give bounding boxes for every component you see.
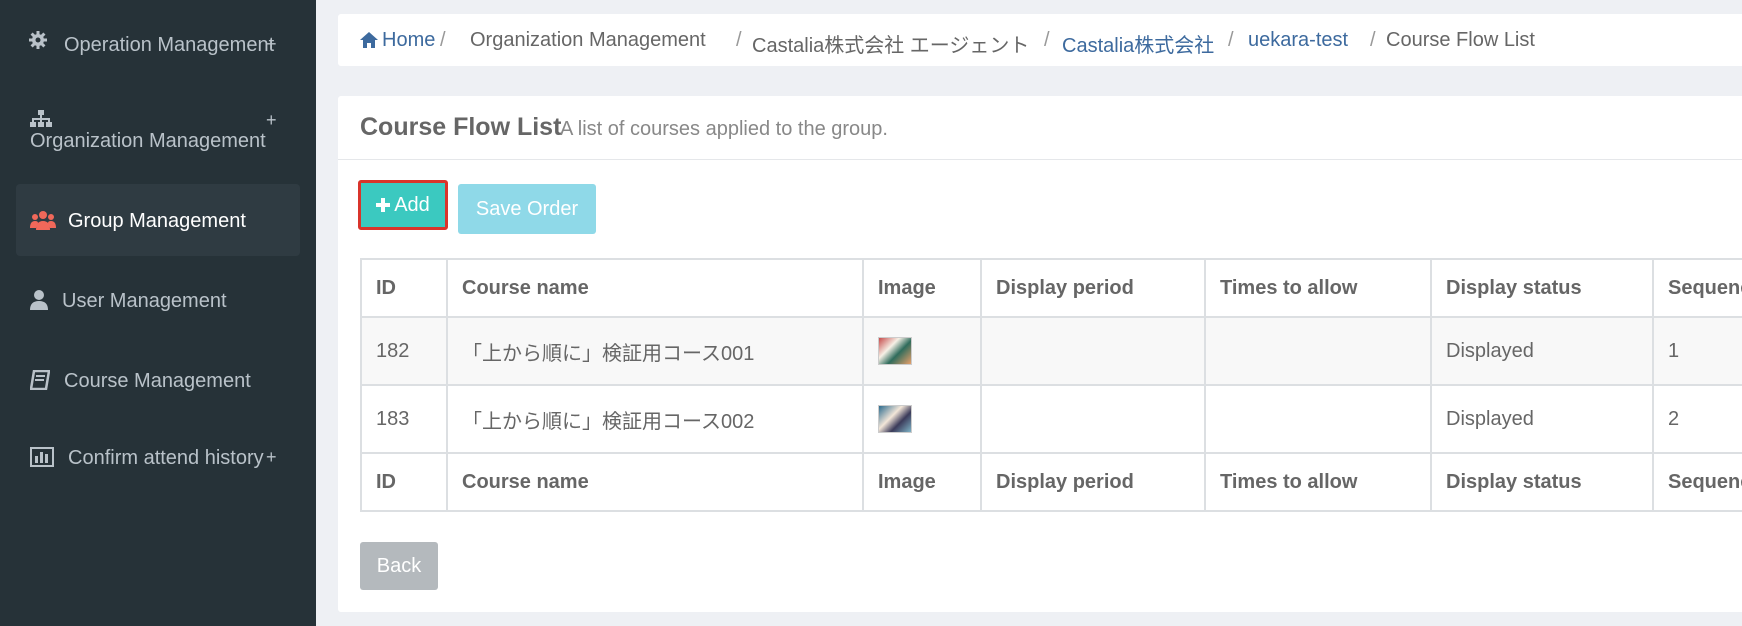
breadcrumb-current: Course Flow List — [1386, 29, 1535, 51]
breadcrumb-separator: / — [736, 29, 742, 51]
cell-display-period — [980, 316, 1206, 386]
panel-header: Course Flow List A list of courses appli… — [338, 96, 1742, 160]
expand-plus-icon[interactable]: + — [266, 110, 277, 131]
sidebar: Operation Management + Organization Mana… — [0, 0, 316, 626]
cell-sequence: 2 — [1652, 384, 1742, 454]
add-button[interactable]: Add — [358, 180, 448, 230]
sidebar-item-label: Confirm attend history — [68, 447, 264, 469]
sidebar-item-label: Operation Management — [64, 34, 275, 56]
cell-course-name: 「上から順に」検証用コース001 — [446, 316, 864, 386]
column-footer-display-period: Display period — [980, 452, 1206, 512]
column-header-display-period[interactable]: Display period — [980, 258, 1206, 318]
cell-display-status: Displayed — [1430, 384, 1654, 454]
cell-image — [862, 316, 982, 386]
breadcrumb-separator: / — [1228, 29, 1234, 51]
book-icon — [29, 369, 51, 396]
breadcrumb-separator: / — [1044, 29, 1050, 51]
course-thumbnail[interactable] — [878, 337, 912, 365]
page-subtitle: A list of courses applied to the group. — [560, 118, 888, 140]
table-header-row: ID Course name Image Display period Time… — [360, 258, 1742, 318]
course-flow-table: ID Course name Image Display period Time… — [360, 258, 1742, 512]
cell-display-period — [980, 384, 1206, 454]
column-header-times-to-allow[interactable]: Times to allow — [1204, 258, 1432, 318]
cell-times-to-allow — [1204, 316, 1432, 386]
column-header-image: Image — [862, 258, 982, 318]
course-flow-panel: Course Flow List A list of courses appli… — [338, 96, 1742, 612]
back-button[interactable]: Back — [360, 542, 438, 590]
column-header-course-name[interactable]: Course name — [446, 258, 864, 318]
breadcrumb-item: Castalia株式会社 エージェント — [752, 35, 1030, 57]
breadcrumb-link[interactable]: Castalia株式会社 — [1062, 29, 1214, 58]
sidebar-item-operation-management[interactable]: Operation Management + — [16, 22, 300, 62]
course-thumbnail[interactable] — [878, 405, 912, 433]
sidebar-item-label: Organization Management — [30, 130, 266, 152]
home-icon — [360, 31, 378, 54]
sidebar-item-user-management[interactable]: User Management — [16, 284, 300, 324]
expand-plus-icon[interactable]: + — [266, 34, 277, 55]
cell-sequence: 1 — [1652, 316, 1742, 386]
sidebar-item-label: Group Management — [68, 210, 246, 232]
sidebar-item-organization-management[interactable]: Organization Management + — [16, 104, 300, 156]
table-row[interactable]: 183 「上から順に」検証用コース002 Displayed 2 — [360, 384, 1742, 454]
cell-display-status: Displayed — [1430, 316, 1654, 386]
sidebar-item-confirm-attend-history[interactable]: Confirm attend history + — [16, 442, 300, 482]
users-icon — [30, 210, 56, 236]
column-footer-id: ID — [360, 452, 448, 512]
expand-plus-icon[interactable]: + — [266, 447, 277, 468]
column-header-display-status[interactable]: Display status — [1430, 258, 1654, 318]
column-footer-display-status: Display status — [1430, 452, 1654, 512]
cell-image — [862, 384, 982, 454]
sidebar-item-group-management[interactable]: Group Management — [16, 184, 300, 256]
sidebar-item-course-management[interactable]: Course Management — [16, 364, 300, 404]
column-footer-sequence: Sequence — [1652, 452, 1742, 512]
breadcrumb-separator: / — [440, 29, 446, 51]
plus-icon — [376, 184, 391, 228]
user-icon — [30, 290, 48, 316]
cell-course-name: 「上から順に」検証用コース002 — [446, 384, 864, 454]
breadcrumb-home[interactable]: Home — [360, 29, 435, 54]
sidebar-item-label: User Management — [62, 290, 227, 312]
table-footer-row: ID Course name Image Display period Time… — [360, 452, 1742, 512]
gear-icon — [28, 30, 48, 56]
cell-id: 183 — [360, 384, 448, 454]
sidebar-item-label: Course Management — [64, 370, 251, 392]
breadcrumb-separator: / — [1370, 29, 1376, 51]
table-row[interactable]: 182 「上から順に」検証用コース001 Displayed 1 — [360, 316, 1742, 386]
column-footer-times-to-allow: Times to allow — [1204, 452, 1432, 512]
bar-chart-icon — [30, 447, 54, 473]
column-footer-course-name: Course name — [446, 452, 864, 512]
column-footer-image: Image — [862, 452, 982, 512]
breadcrumb-item: Organization Management — [470, 29, 706, 51]
breadcrumb-link[interactable]: uekara-test — [1248, 29, 1348, 52]
page-title: Course Flow List — [360, 113, 562, 141]
column-header-id[interactable]: ID — [360, 258, 448, 318]
cell-id: 182 — [360, 316, 448, 386]
column-header-sequence[interactable]: Sequence — [1652, 258, 1742, 318]
save-order-button[interactable]: Save Order — [458, 184, 596, 234]
cell-times-to-allow — [1204, 384, 1432, 454]
breadcrumb: Home / Organization Management / Castali… — [338, 14, 1742, 66]
